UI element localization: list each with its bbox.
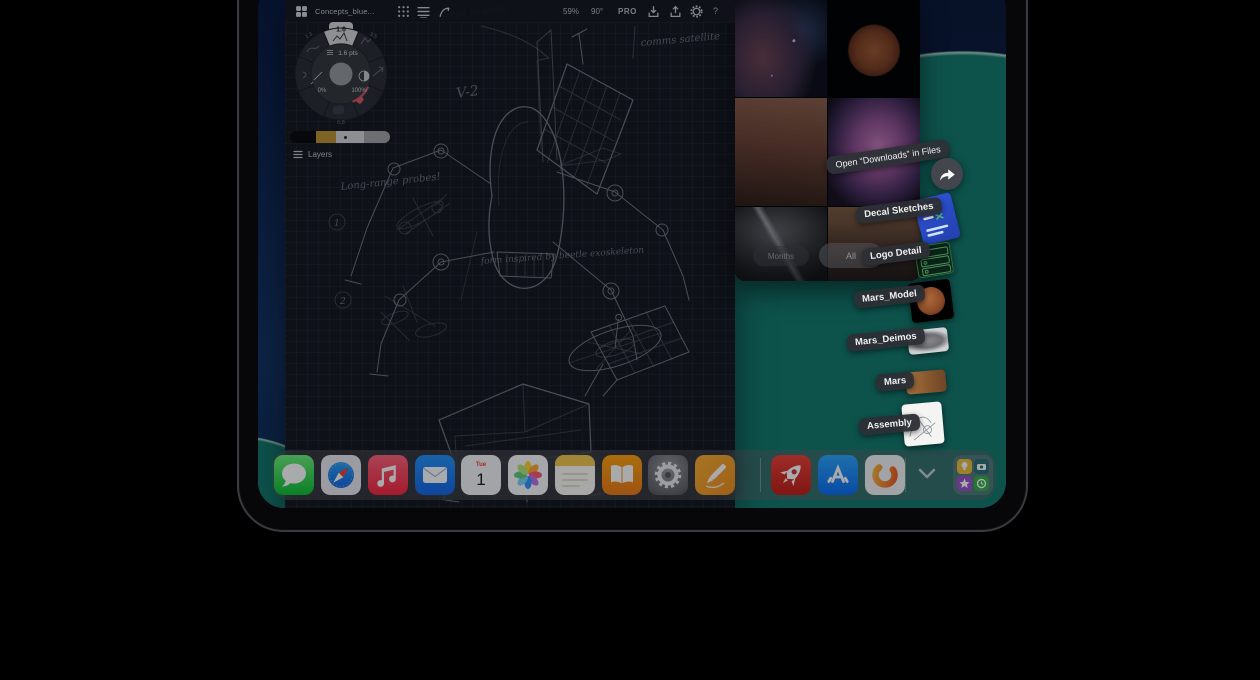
drag-label-mars[interactable]: Mars xyxy=(875,371,915,391)
forward-arrow-icon xyxy=(938,167,956,182)
drag-layer: Open “Downloads” in Files Decal Sketches xyxy=(258,0,1006,508)
ipad-screen: concept to scale comms satellite V-2 for… xyxy=(258,0,1006,508)
share-forward-button[interactable] xyxy=(931,158,963,190)
stage: concept to scale comms satellite V-2 for… xyxy=(0,0,1260,680)
